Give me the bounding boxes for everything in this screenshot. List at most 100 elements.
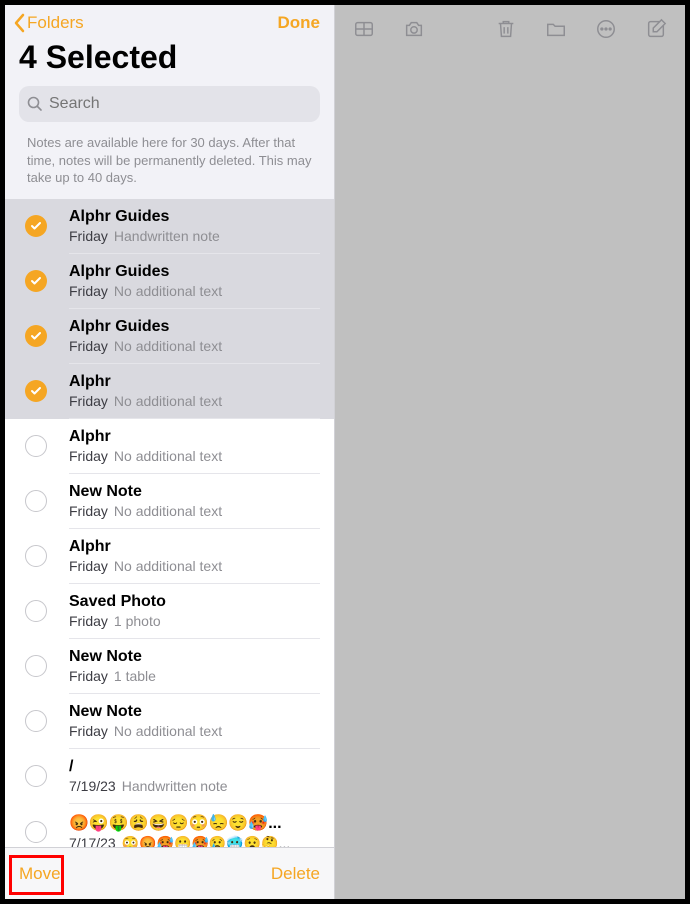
folder-icon[interactable] — [545, 18, 567, 40]
note-title: Alphr Guides — [69, 263, 320, 281]
detail-pane — [335, 5, 685, 899]
sidebar: Folders Done 4 Selected Notes are availa… — [5, 5, 335, 899]
move-button[interactable]: Move — [19, 864, 61, 884]
note-content: AlphrFridayNo additional text — [69, 428, 320, 474]
search-field[interactable] — [19, 86, 320, 122]
note-date: Friday — [69, 668, 108, 684]
note-subtitle: Friday Handwritten note — [69, 228, 320, 244]
grid-view-icon[interactable] — [353, 18, 375, 40]
note-row[interactable]: Alphr Guides Friday No additional text — [5, 254, 334, 309]
note-date: Friday — [69, 228, 108, 244]
note-title: 😡😜🤑😩😆😔😳😓😌🥵... — [69, 813, 320, 833]
note-preview: No additional text — [114, 393, 222, 409]
note-date: Friday — [69, 338, 108, 354]
sidebar-header: Folders Done — [5, 5, 334, 35]
note-row[interactable]: New Note Friday 1 table — [5, 639, 334, 694]
delete-button[interactable]: Delete — [271, 864, 320, 884]
note-preview: Handwritten note — [114, 228, 220, 244]
note-date: 7/17/23 — [69, 835, 116, 847]
note-content: New Note Friday No additional text — [69, 483, 320, 529]
checkmark-selected-icon[interactable] — [25, 380, 47, 402]
notes-app: Folders Done 4 Selected Notes are availa… — [0, 0, 690, 904]
chevron-left-icon — [13, 13, 27, 33]
detail-toolbar-right — [495, 18, 667, 40]
checkmark-empty-icon[interactable] — [25, 435, 47, 457]
checkmark-selected-icon[interactable] — [25, 325, 47, 347]
checkmark-selected-icon[interactable] — [25, 215, 47, 237]
search-input[interactable] — [49, 95, 312, 113]
checkmark-empty-icon[interactable] — [25, 490, 47, 512]
done-button[interactable]: Done — [278, 13, 321, 33]
back-label: Folders — [27, 13, 84, 33]
note-subtitle: Friday No additional text — [69, 503, 320, 519]
note-date: Friday — [69, 283, 108, 299]
bottom-toolbar: Move Delete — [5, 847, 334, 899]
notes-list[interactable]: Alphr GuidesFridayHandwritten noteAlphr … — [5, 199, 334, 847]
note-title: Alphr Guides — [69, 318, 320, 336]
detail-toolbar — [335, 5, 685, 53]
note-row[interactable]: Alphr Guides Friday Handwritten note — [5, 199, 334, 254]
note-content: Alphr Guides Friday No additional text — [69, 318, 320, 364]
note-subtitle: Friday No additional text — [69, 393, 320, 409]
note-preview: No additional text — [114, 723, 222, 739]
note-row[interactable]: Saved PhotoFriday1 photo — [5, 584, 334, 639]
deletion-info: Notes are available here for 30 days. Af… — [5, 134, 334, 199]
note-content: / 7/19/23 Handwritten note — [69, 758, 320, 804]
note-subtitle: Friday No additional text — [69, 723, 320, 739]
note-subtitle: Friday No additional text — [69, 448, 320, 464]
note-content: Alphr Friday No additional text — [69, 538, 320, 584]
note-preview: No additional text — [114, 338, 222, 354]
more-icon[interactable] — [595, 18, 617, 40]
note-preview: 1 photo — [114, 613, 161, 629]
note-subtitle: 7/17/23 😳😡🥵😬🥵😢🥶😧🤔... — [69, 835, 320, 847]
compose-icon[interactable] — [645, 18, 667, 40]
checkmark-empty-icon[interactable] — [25, 821, 47, 843]
checkmark-empty-icon[interactable] — [25, 710, 47, 732]
note-date: Friday — [69, 448, 108, 464]
checkmark-empty-icon[interactable] — [25, 765, 47, 787]
note-preview: No additional text — [114, 558, 222, 574]
note-date: Friday — [69, 503, 108, 519]
page-title: 4 Selected — [5, 35, 334, 86]
note-title: New Note — [69, 703, 320, 721]
note-row[interactable]: Alphr Guides Friday No additional text — [5, 309, 334, 364]
note-row[interactable]: AlphrFridayNo additional text — [5, 419, 334, 474]
note-title: Alphr Guides — [69, 208, 320, 226]
note-preview: 😳😡🥵😬🥵😢🥶😧🤔... — [122, 835, 291, 847]
note-content: New Note Friday 1 table — [69, 648, 320, 694]
note-date: Friday — [69, 558, 108, 574]
note-content: Alphr Friday No additional text — [69, 373, 320, 419]
note-preview: No additional text — [114, 448, 222, 464]
checkmark-empty-icon[interactable] — [25, 545, 47, 567]
note-row[interactable]: / 7/19/23 Handwritten note — [5, 749, 334, 804]
note-date: 7/19/23 — [69, 778, 116, 794]
note-subtitle: Friday 1 table — [69, 668, 320, 684]
camera-icon[interactable] — [403, 18, 425, 40]
note-row[interactable]: New Note Friday No additional text — [5, 474, 334, 529]
checkmark-empty-icon[interactable] — [25, 600, 47, 622]
note-preview: Handwritten note — [122, 778, 228, 794]
note-preview: No additional text — [114, 283, 222, 299]
note-subtitle: Friday 1 photo — [69, 613, 320, 629]
note-title: / — [69, 758, 320, 776]
note-row[interactable]: Alphr Friday No additional text — [5, 529, 334, 584]
note-preview: 1 table — [114, 668, 156, 684]
note-row[interactable]: New Note Friday No additional text — [5, 694, 334, 749]
note-preview: No additional text — [114, 503, 222, 519]
note-date: Friday — [69, 613, 108, 629]
note-date: Friday — [69, 393, 108, 409]
note-title: New Note — [69, 648, 320, 666]
detail-toolbar-left — [353, 18, 425, 40]
note-title: Alphr — [69, 373, 320, 391]
note-row[interactable]: Alphr Friday No additional text — [5, 364, 334, 419]
back-button[interactable]: Folders — [13, 13, 84, 33]
note-row[interactable]: 😡😜🤑😩😆😔😳😓😌🥵... 7/17/23 😳😡🥵😬🥵😢🥶😧🤔... — [5, 804, 334, 847]
note-subtitle: Friday No additional text — [69, 558, 320, 574]
checkmark-empty-icon[interactable] — [25, 655, 47, 677]
note-title: Alphr — [69, 538, 320, 556]
trash-icon[interactable] — [495, 18, 517, 40]
note-date: Friday — [69, 723, 108, 739]
checkmark-selected-icon[interactable] — [25, 270, 47, 292]
note-title: New Note — [69, 483, 320, 501]
note-content: Saved PhotoFriday1 photo — [69, 593, 320, 639]
